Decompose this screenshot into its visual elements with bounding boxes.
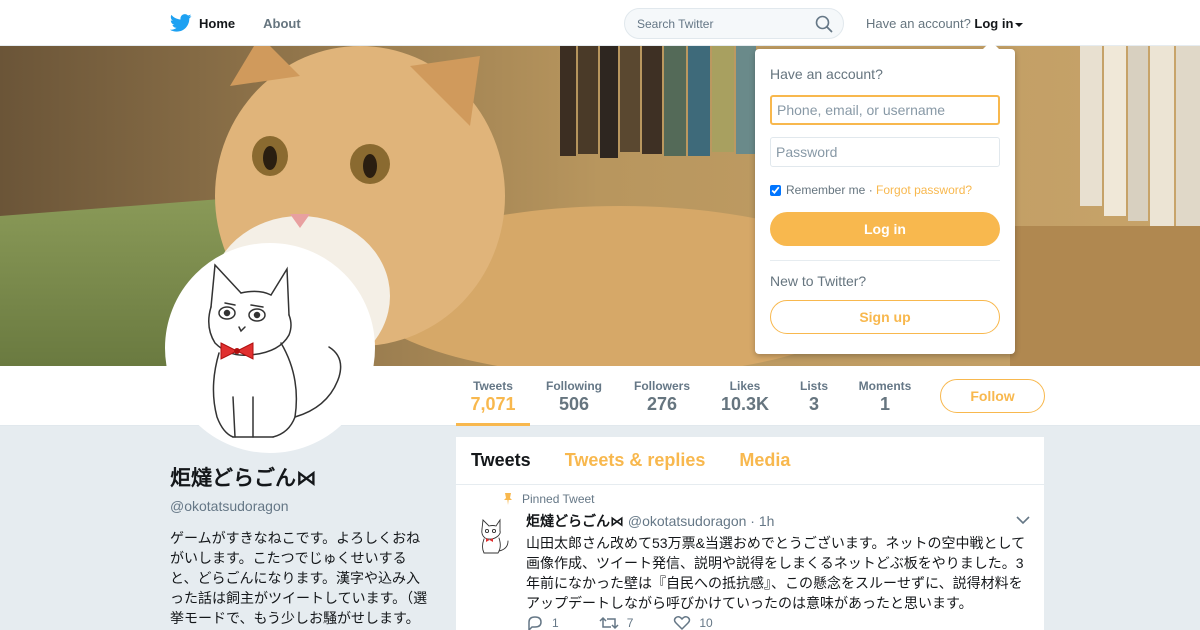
reply-icon (528, 616, 542, 630)
stat-label: Tweets (473, 379, 513, 393)
twitter-bird-icon (170, 14, 192, 32)
dropdown-divider (770, 260, 1000, 261)
tweet-author-avatar[interactable] (472, 515, 514, 557)
pinned-text: Pinned Tweet (522, 492, 595, 506)
login-button[interactable]: Log in (770, 212, 1000, 246)
login-toggle-label: Log in (974, 16, 1014, 31)
stat-value: 276 (646, 394, 678, 414)
password-field[interactable] (770, 137, 1000, 167)
stat-value: 506 (558, 394, 590, 414)
login-dropdown-toggle[interactable]: Log in (974, 16, 1024, 31)
have-account-text: Have an account? (866, 16, 971, 31)
remember-me-checkbox[interactable] (770, 184, 781, 196)
pinned-tweet[interactable]: Pinned Tweet 炬燵どらごん⋈ @okotatsudoragon · … (456, 485, 1044, 630)
search-box (624, 8, 844, 39)
search-input[interactable] (625, 9, 810, 38)
stat-following[interactable]: Following 506 (539, 366, 609, 426)
stat-label: Followers (633, 379, 690, 393)
dropdown-arrow (983, 41, 999, 49)
about-link[interactable]: About (263, 16, 301, 31)
stat-label: Lists (799, 379, 828, 393)
cat-drawing-icon (481, 518, 509, 554)
timeline: Tweets Tweets & replies Media Pinned Twe… (456, 437, 1044, 630)
stat-value: 7,071 (470, 394, 516, 414)
stat-tweets[interactable]: Tweets 7,071 (456, 366, 530, 426)
remember-me-label[interactable]: Remember me (786, 183, 865, 197)
username-field[interactable] (770, 95, 1000, 125)
forgot-password-link[interactable]: Forgot password? (876, 183, 972, 197)
new-to-twitter-text: New to Twitter? (770, 273, 867, 289)
reply-count: 1 (552, 616, 559, 630)
heart-icon (674, 616, 691, 630)
profile-info: 炬燵どらごん⋈ @okotatsudoragon ゲームがすきなねこです。よろし… (170, 462, 432, 630)
login-dropdown: Have an account? Remember me · Forgot pa… (755, 41, 1015, 354)
home-label: Home (199, 15, 236, 31)
profile-bio: ゲームがすきなねこです。よろしくおねがいします。こたつでじゅくせいすると、どらご… (170, 530, 428, 626)
signup-button[interactable]: Sign up (770, 300, 1000, 334)
remember-row: Remember me · Forgot password? (770, 183, 972, 197)
timeline-tabs: Tweets Tweets & replies Media (456, 437, 1044, 485)
reply-button[interactable]: 1 (526, 615, 559, 630)
like-button[interactable]: 10 (673, 615, 713, 630)
stat-moments[interactable]: Moments 1 (853, 366, 917, 426)
tab-tweets[interactable]: Tweets (471, 450, 531, 471)
tweet-text: 山田太郎さん改めて53万票&当選おめでとうございます。ネットの空中戦として画像作… (526, 535, 1026, 611)
pin-icon (504, 493, 512, 505)
stat-likes[interactable]: Likes 10.3K (715, 366, 775, 426)
stat-label: Moments (858, 379, 912, 393)
tweet-header: 炬燵どらごん⋈ @okotatsudoragon · 1h (526, 511, 774, 531)
tab-tweets-replies[interactable]: Tweets & replies (565, 450, 706, 471)
profile-handle: @okotatsudoragon (170, 498, 289, 514)
stat-label: Following (546, 379, 602, 393)
profile-name: 炬燵どらごん⋈ (170, 467, 317, 490)
stat-followers[interactable]: Followers 276 (627, 366, 697, 426)
home-link[interactable]: Home (170, 14, 235, 32)
nav-left: Home About (170, 0, 329, 46)
search-icon[interactable] (815, 15, 833, 33)
stat-value: 3 (808, 394, 819, 414)
stat-label: Likes (729, 379, 761, 393)
tweet-time[interactable]: 1h (759, 513, 775, 529)
retweet-button[interactable]: 7 (599, 615, 634, 630)
top-navigation: Home About Have an account? Log in (0, 0, 1200, 46)
remember-separator: · (868, 183, 873, 197)
chevron-down-icon[interactable] (1016, 515, 1030, 525)
retweet-icon (599, 616, 619, 630)
follow-button[interactable]: Follow (940, 379, 1045, 413)
tab-media[interactable]: Media (739, 450, 790, 471)
caret-down-icon (1015, 22, 1024, 27)
tweet-separator: · (750, 513, 755, 529)
like-count: 10 (699, 616, 713, 630)
stat-value: 10.3K (720, 394, 770, 414)
tweet-actions: 1 7 10 (526, 615, 753, 630)
stat-lists[interactable]: Lists 3 (794, 366, 834, 426)
dropdown-title: Have an account? (770, 66, 883, 82)
tweet-author-name[interactable]: 炬燵どらごん⋈ (526, 513, 624, 529)
retweet-count: 7 (626, 616, 634, 630)
pinned-label: Pinned Tweet (503, 492, 595, 506)
profile-avatar[interactable] (165, 243, 375, 453)
account-prompt: Have an account? Log in (866, 16, 1024, 31)
cat-drawing-icon (208, 263, 342, 438)
stat-value: 1 (879, 394, 890, 414)
tweet-author-handle[interactable]: @okotatsudoragon (628, 513, 747, 529)
